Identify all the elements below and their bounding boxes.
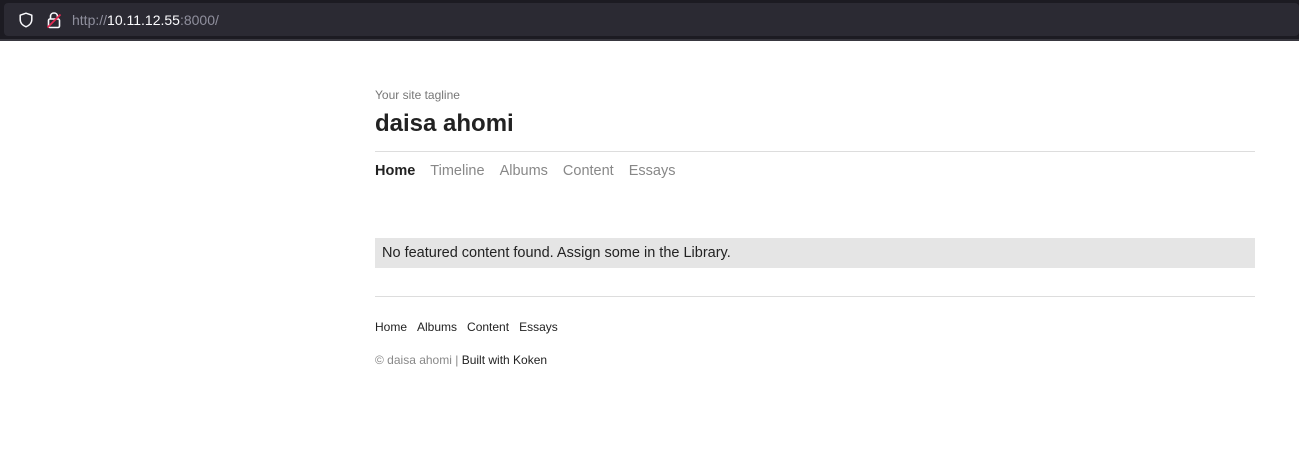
site-title[interactable]: daisa ahomi <box>375 110 514 138</box>
footer-nav-essays[interactable]: Essays <box>519 320 558 334</box>
nav-item-essays[interactable]: Essays <box>629 162 676 182</box>
toolbar-divider <box>0 39 1299 41</box>
shield-icon[interactable] <box>18 12 34 28</box>
site-tagline: Your site tagline <box>375 88 460 102</box>
url-scheme: http:// <box>72 12 108 28</box>
main-nav: Home Timeline Albums Content Essays <box>375 162 690 182</box>
footer-nav-albums[interactable]: Albums <box>417 320 457 334</box>
footer-nav-home[interactable]: Home <box>375 320 407 334</box>
url-host: 10.11.12.55 <box>107 12 180 28</box>
featured-notice: No featured content found. Assign some i… <box>375 238 1255 268</box>
nav-item-home[interactable]: Home <box>375 162 415 182</box>
header-divider <box>375 151 1255 152</box>
footer-nav-content[interactable]: Content <box>467 320 509 334</box>
koken-link[interactable]: Built with Koken <box>462 353 547 367</box>
browser-toolbar: http://10.11.12.55:8000/ <box>0 0 1299 41</box>
nav-item-content[interactable]: Content <box>563 162 614 182</box>
footer-divider <box>375 296 1255 297</box>
nav-item-albums[interactable]: Albums <box>500 162 548 182</box>
copyright: © daisa ahomi | Built with Koken <box>375 353 547 367</box>
nav-item-timeline[interactable]: Timeline <box>430 162 484 182</box>
footer-nav: Home Albums Content Essays <box>375 320 568 334</box>
url-port-path: :8000/ <box>179 12 219 28</box>
url-text[interactable]: http://10.11.12.55:8000/ <box>72 11 219 29</box>
copyright-text: © daisa ahomi | <box>375 353 459 367</box>
lock-insecure-icon[interactable] <box>46 11 62 29</box>
